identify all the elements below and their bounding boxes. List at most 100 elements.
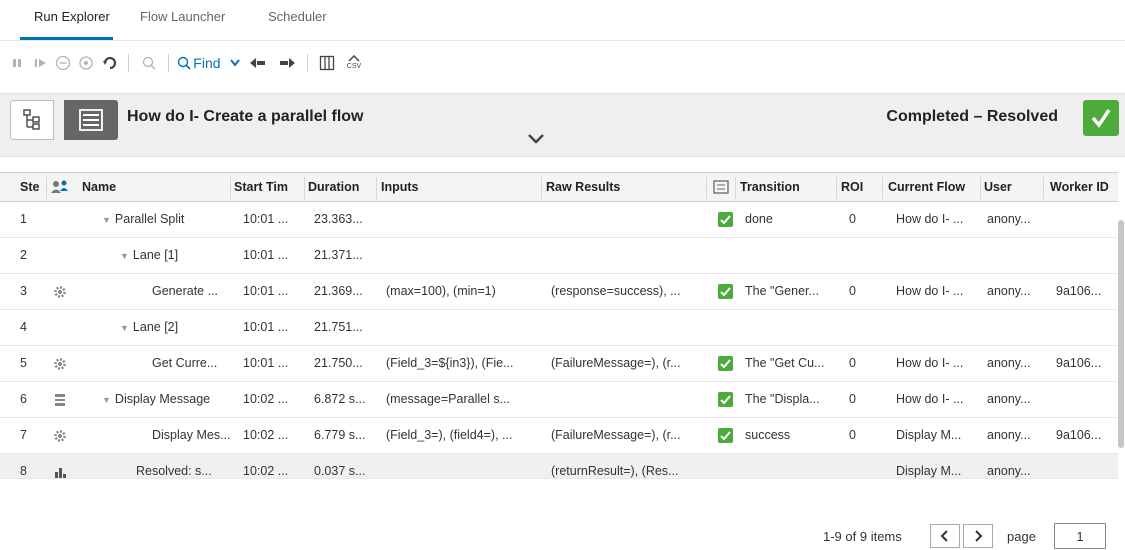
status-check-icon	[1083, 100, 1119, 136]
column-divider[interactable]	[1043, 177, 1044, 199]
column-divider[interactable]	[376, 177, 377, 199]
next-page-button[interactable]	[963, 524, 993, 548]
list-view-button[interactable]	[64, 100, 118, 140]
cell-inputs: (Field_3=${in3}), (Fie...	[386, 356, 514, 370]
cell-worker: 9a106...	[1056, 356, 1102, 370]
cancel-icon[interactable]	[55, 52, 71, 74]
cell-worker: 9a106...	[1056, 284, 1102, 298]
col-inputs[interactable]: Inputs	[381, 180, 539, 194]
expand-triangle-icon[interactable]: ▼	[120, 251, 129, 261]
col-current-flow[interactable]: Current Flow	[888, 180, 978, 194]
col-name[interactable]: Name	[82, 180, 222, 194]
cell-start: 10:01 ...	[243, 284, 289, 298]
col-type[interactable]	[50, 180, 72, 197]
toolbar: Find CSV	[0, 48, 1125, 84]
inspect-icon[interactable]	[140, 52, 158, 74]
page-number-input[interactable]	[1054, 523, 1106, 549]
step-name: Resolved: s...	[136, 464, 212, 478]
table-row[interactable]: 3 Generate ... 10:01 ... 21.369... (max=100)…	[0, 274, 1118, 310]
columns-icon[interactable]	[318, 52, 336, 74]
col-worker-id[interactable]: Worker ID	[1050, 180, 1118, 194]
expand-chevron-icon[interactable]	[527, 132, 545, 148]
cell-start: 10:02 ...	[243, 464, 289, 478]
next-icon[interactable]	[277, 52, 297, 74]
cell-start: 10:01 ...	[243, 320, 289, 334]
step-name: Generate ...	[152, 284, 219, 298]
chevron-left-icon	[940, 530, 948, 542]
cell-name: Display Mes...	[152, 428, 230, 442]
refresh-icon[interactable]	[101, 52, 119, 74]
find-button[interactable]: Find	[176, 52, 240, 74]
column-divider[interactable]	[541, 177, 542, 199]
cell-start: 10:01 ...	[243, 248, 289, 262]
csv-label: CSV	[346, 63, 362, 70]
table-row[interactable]: 5 Get Curre... 10:01 ... 21.750... (Field_3=…	[0, 346, 1118, 382]
col-raw-results[interactable]: Raw Results	[546, 180, 704, 194]
tab-scheduler[interactable]: Scheduler	[268, 9, 327, 40]
cell-flow: Display M...	[896, 464, 962, 478]
table-row[interactable]: 4 ▼ Lane [2] 10:01 ... 21.751...	[0, 310, 1118, 346]
table-row[interactable]: 8 Resolved: s... 10:02 ... 0.037 s... (retur…	[0, 454, 1118, 479]
col-start-time[interactable]: Start Tim	[234, 180, 304, 194]
chevron-down-icon	[229, 59, 240, 67]
column-divider[interactable]	[230, 177, 231, 199]
run-status-text: Completed – Resolved	[886, 108, 1058, 125]
tab-flow-launcher[interactable]: Flow Launcher	[140, 9, 225, 40]
column-divider[interactable]	[836, 177, 837, 199]
cell-raw: (returnResult=), (Res...	[551, 464, 679, 478]
success-check-icon	[718, 356, 733, 371]
cell-step: 3	[20, 284, 27, 298]
cell-duration: 0.037 s...	[314, 464, 366, 478]
resume-icon[interactable]	[33, 52, 49, 74]
cell-step: 6	[20, 392, 27, 406]
table-row[interactable]: 6 ▼ Display Message 10:02 ... 6.872 s... (mes…	[0, 382, 1118, 418]
cell-step: 7	[20, 428, 27, 442]
col-duration[interactable]: Duration	[308, 180, 376, 194]
cell-transition: done	[745, 212, 773, 226]
table-row[interactable]: 1 ▼ Parallel Split 10:01 ... 23.363... done 0 H…	[0, 202, 1118, 238]
expand-triangle-icon[interactable]: ▼	[102, 395, 111, 405]
column-divider[interactable]	[882, 177, 883, 199]
pause-icon[interactable]	[10, 52, 24, 74]
cell-duration: 21.369...	[314, 284, 363, 298]
cell-raw: (FailureMessage=), (r...	[551, 428, 681, 442]
column-divider[interactable]	[980, 177, 981, 199]
cell-transition: The "Displa...	[745, 392, 820, 406]
table-row[interactable]: 7 Display Mes... 10:02 ... 6.779 s... (Field…	[0, 418, 1118, 454]
cell-start: 10:02 ...	[243, 392, 289, 406]
cell-roi: 0	[849, 392, 856, 406]
people-icon	[51, 180, 68, 193]
expand-triangle-icon[interactable]: ▼	[102, 215, 111, 225]
column-divider[interactable]	[304, 177, 305, 199]
cell-roi: 0	[849, 212, 856, 226]
scrollbar-thumb[interactable]	[1118, 220, 1124, 448]
cell-step: 2	[20, 248, 27, 262]
step-name: Display Message	[114, 392, 211, 406]
cell-step: 1	[20, 212, 27, 226]
col-user[interactable]: User	[984, 180, 1040, 194]
col-validation[interactable]	[713, 180, 733, 197]
step-name: Get Curre...	[152, 356, 218, 370]
column-divider[interactable]	[706, 177, 707, 199]
col-roi[interactable]: ROI	[841, 180, 877, 194]
col-transition[interactable]: Transition	[740, 180, 834, 194]
col-step[interactable]: Ste	[20, 180, 46, 194]
cell-name: Generate ...	[152, 284, 230, 298]
prev-icon[interactable]	[248, 52, 268, 74]
table-row[interactable]: 2 ▼ Lane [1] 10:01 ... 21.371...	[0, 238, 1118, 274]
cell-user: anony...	[987, 284, 1031, 298]
cell-inputs: (Field_3=), (field4=), ...	[386, 428, 513, 442]
tab-run-explorer[interactable]: Run Explorer	[34, 9, 110, 40]
expand-triangle-icon[interactable]: ▼	[120, 323, 129, 333]
cell-duration: 21.371...	[314, 248, 363, 262]
success-check-icon	[718, 212, 733, 227]
reassign-icon[interactable]	[77, 52, 95, 74]
cell-user: anony...	[987, 464, 1031, 478]
tree-view-button[interactable]	[10, 100, 54, 140]
column-divider[interactable]	[735, 177, 736, 199]
cell-flow: Display M...	[896, 428, 962, 442]
column-divider[interactable]	[46, 177, 47, 199]
cell-name: ▼ Display Message	[102, 392, 230, 406]
prev-page-button[interactable]	[930, 524, 960, 548]
export-csv-icon[interactable]: CSV	[344, 52, 364, 74]
